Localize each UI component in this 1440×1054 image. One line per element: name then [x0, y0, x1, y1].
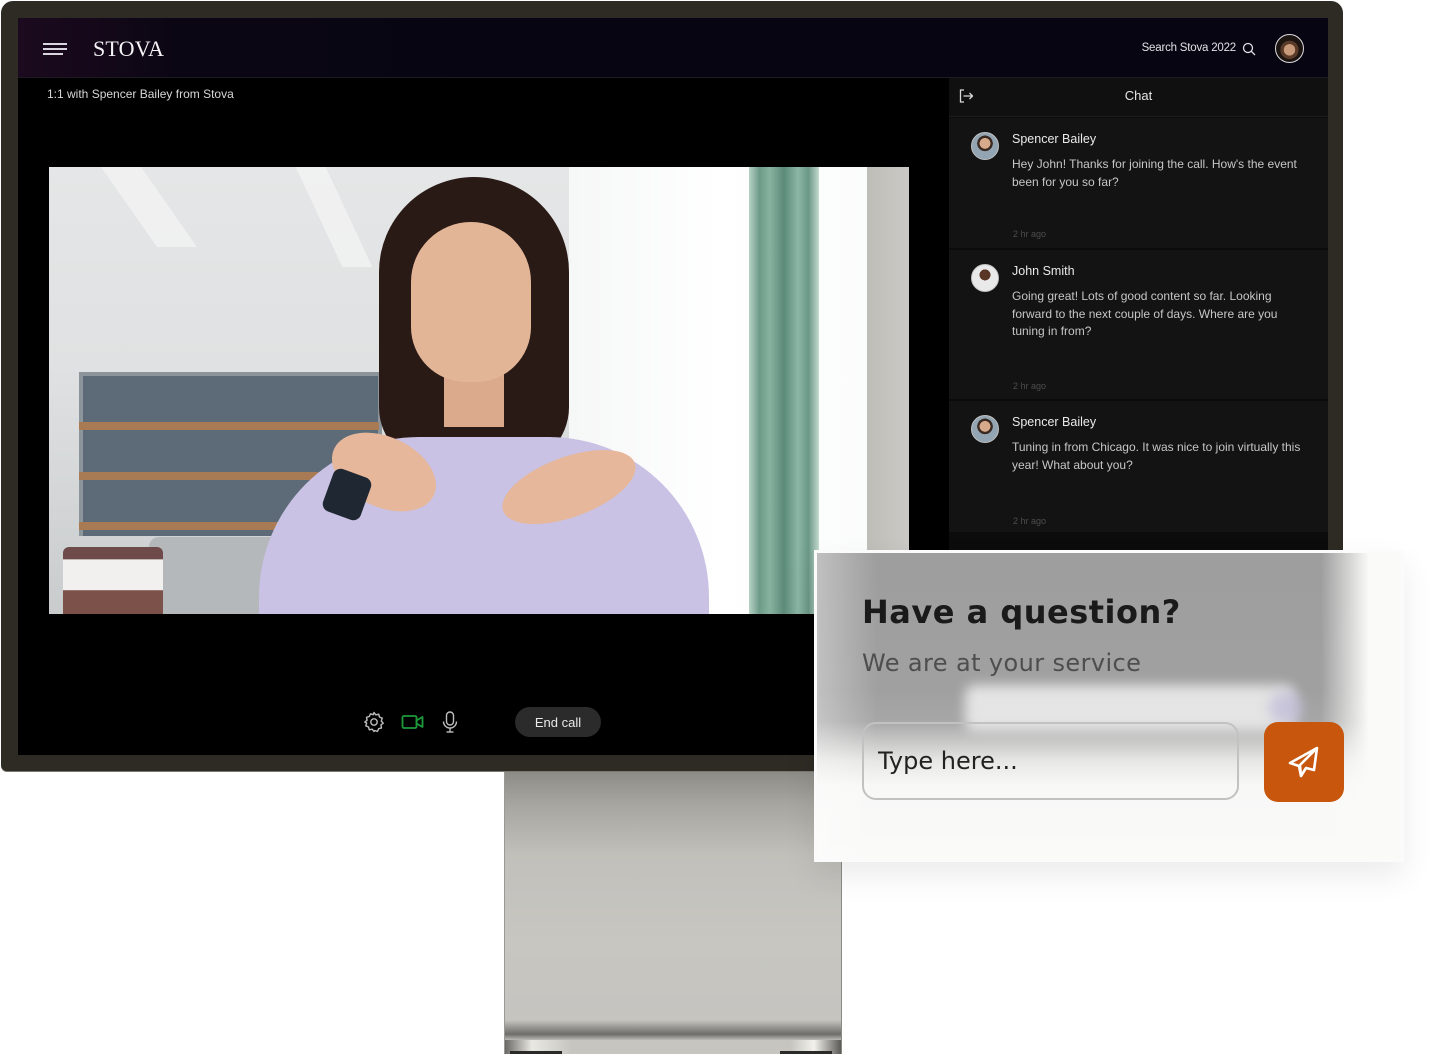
top-navigation-bar: STOVA Search Stova 2022 — [18, 18, 1328, 78]
session-title: 1:1 with Spencer Bailey from Stova — [47, 87, 234, 101]
search-icon[interactable] — [1242, 42, 1256, 56]
gear-icon[interactable] — [362, 710, 386, 734]
menu-icon[interactable] — [43, 43, 67, 55]
send-button[interactable] — [1264, 722, 1344, 802]
message-text: Going great! Lots of good content so far… — [1012, 289, 1278, 338]
author-name: Spencer Bailey — [1012, 132, 1097, 146]
question-title: Have a question? — [862, 593, 1181, 631]
search-label[interactable]: Search Stova 2022 — [1142, 42, 1237, 54]
message-time: 2 hr ago — [1013, 229, 1047, 239]
author-name: John Smith — [1012, 264, 1075, 278]
author-avatar — [971, 132, 999, 160]
author-avatar — [971, 264, 999, 292]
message-time: 2 hr ago — [1013, 381, 1047, 391]
question-input[interactable] — [862, 722, 1239, 800]
question-subtitle: We are at your service — [862, 649, 1142, 677]
chat-header: Chat — [949, 78, 1328, 117]
chat-message: John Smith Going great! Lots of good con… — [949, 250, 1328, 401]
chat-message: Spencer Bailey Hey John! Thanks for join… — [949, 118, 1328, 250]
author-name: Spencer Bailey — [1012, 415, 1097, 429]
paper-plane-icon — [1288, 746, 1319, 778]
monitor-stand — [504, 771, 842, 1054]
question-card: Have a question? We are at your service — [814, 550, 1404, 862]
user-avatar[interactable] — [1275, 34, 1304, 63]
message-text: Tuning in from Chicago. It was nice to j… — [1012, 440, 1301, 472]
microphone-icon[interactable] — [438, 710, 462, 734]
author-avatar — [971, 415, 999, 443]
message-time: 2 hr ago — [1013, 516, 1047, 526]
video-feed — [49, 167, 909, 614]
blurred-background-button — [1269, 691, 1303, 725]
brand-logo[interactable]: STOVA — [93, 36, 164, 62]
chat-message: Spencer Bailey Tuning in from Chicago. I… — [949, 401, 1328, 534]
end-call-button[interactable]: End call — [515, 707, 601, 737]
chat-title: Chat — [1124, 88, 1153, 103]
message-text: Hey John! Thanks for joining the call. H… — [1012, 157, 1297, 189]
video-camera-icon[interactable] — [401, 710, 425, 734]
